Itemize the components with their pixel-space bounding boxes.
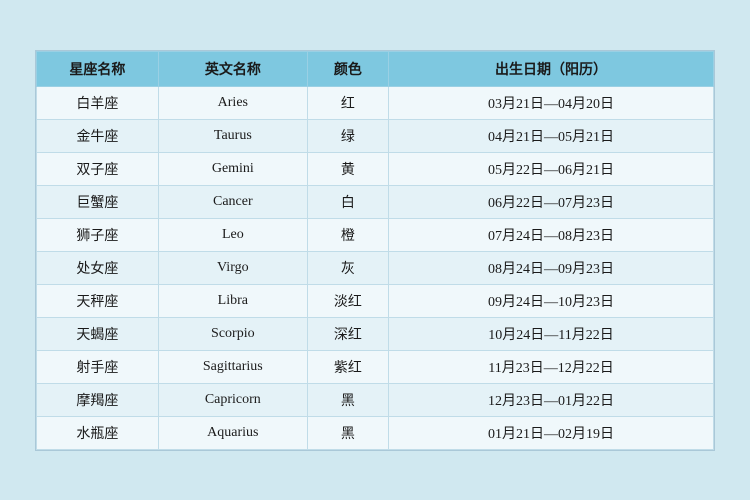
cell-zh: 天秤座: [37, 284, 159, 317]
table-header-row: 星座名称 英文名称 颜色 出生日期（阳历）: [37, 51, 714, 86]
table-row: 射手座Sagittarius紫红11月23日—12月22日: [37, 350, 714, 383]
cell-en: Sagittarius: [158, 350, 307, 383]
cell-date: 04月21日—05月21日: [389, 119, 714, 152]
table-row: 天秤座Libra淡红09月24日—10月23日: [37, 284, 714, 317]
table-row: 狮子座Leo橙07月24日—08月23日: [37, 218, 714, 251]
zodiac-table: 星座名称 英文名称 颜色 出生日期（阳历） 白羊座Aries红03月21日—04…: [36, 51, 714, 450]
cell-en: Aquarius: [158, 416, 307, 449]
cell-color: 灰: [307, 251, 388, 284]
cell-zh: 白羊座: [37, 86, 159, 119]
table-row: 白羊座Aries红03月21日—04月20日: [37, 86, 714, 119]
cell-zh: 处女座: [37, 251, 159, 284]
cell-zh: 双子座: [37, 152, 159, 185]
cell-date: 07月24日—08月23日: [389, 218, 714, 251]
cell-en: Taurus: [158, 119, 307, 152]
zodiac-table-container: 星座名称 英文名称 颜色 出生日期（阳历） 白羊座Aries红03月21日—04…: [35, 50, 715, 451]
cell-en: Aries: [158, 86, 307, 119]
cell-zh: 天蝎座: [37, 317, 159, 350]
table-body: 白羊座Aries红03月21日—04月20日金牛座Taurus绿04月21日—0…: [37, 86, 714, 449]
cell-color: 绿: [307, 119, 388, 152]
cell-color: 紫红: [307, 350, 388, 383]
cell-en: Virgo: [158, 251, 307, 284]
cell-color: 黄: [307, 152, 388, 185]
cell-en: Leo: [158, 218, 307, 251]
cell-date: 06月22日—07月23日: [389, 185, 714, 218]
cell-date: 09月24日—10月23日: [389, 284, 714, 317]
cell-color: 深红: [307, 317, 388, 350]
cell-en: Scorpio: [158, 317, 307, 350]
cell-color: 黑: [307, 416, 388, 449]
cell-zh: 射手座: [37, 350, 159, 383]
table-row: 处女座Virgo灰08月24日—09月23日: [37, 251, 714, 284]
table-row: 双子座Gemini黄05月22日—06月21日: [37, 152, 714, 185]
cell-date: 05月22日—06月21日: [389, 152, 714, 185]
cell-zh: 摩羯座: [37, 383, 159, 416]
table-row: 巨蟹座Cancer白06月22日—07月23日: [37, 185, 714, 218]
cell-date: 10月24日—11月22日: [389, 317, 714, 350]
cell-date: 03月21日—04月20日: [389, 86, 714, 119]
cell-color: 淡红: [307, 284, 388, 317]
table-row: 金牛座Taurus绿04月21日—05月21日: [37, 119, 714, 152]
table-row: 天蝎座Scorpio深红10月24日—11月22日: [37, 317, 714, 350]
cell-en: Cancer: [158, 185, 307, 218]
cell-date: 11月23日—12月22日: [389, 350, 714, 383]
cell-color: 白: [307, 185, 388, 218]
cell-color: 红: [307, 86, 388, 119]
cell-date: 08月24日—09月23日: [389, 251, 714, 284]
header-zh: 星座名称: [37, 51, 159, 86]
header-en: 英文名称: [158, 51, 307, 86]
header-date: 出生日期（阳历）: [389, 51, 714, 86]
cell-color: 橙: [307, 218, 388, 251]
cell-color: 黑: [307, 383, 388, 416]
cell-zh: 巨蟹座: [37, 185, 159, 218]
cell-zh: 狮子座: [37, 218, 159, 251]
cell-zh: 金牛座: [37, 119, 159, 152]
cell-en: Libra: [158, 284, 307, 317]
cell-date: 01月21日—02月19日: [389, 416, 714, 449]
table-row: 摩羯座Capricorn黑12月23日—01月22日: [37, 383, 714, 416]
header-color: 颜色: [307, 51, 388, 86]
cell-date: 12月23日—01月22日: [389, 383, 714, 416]
cell-en: Capricorn: [158, 383, 307, 416]
table-row: 水瓶座Aquarius黑01月21日—02月19日: [37, 416, 714, 449]
cell-en: Gemini: [158, 152, 307, 185]
cell-zh: 水瓶座: [37, 416, 159, 449]
